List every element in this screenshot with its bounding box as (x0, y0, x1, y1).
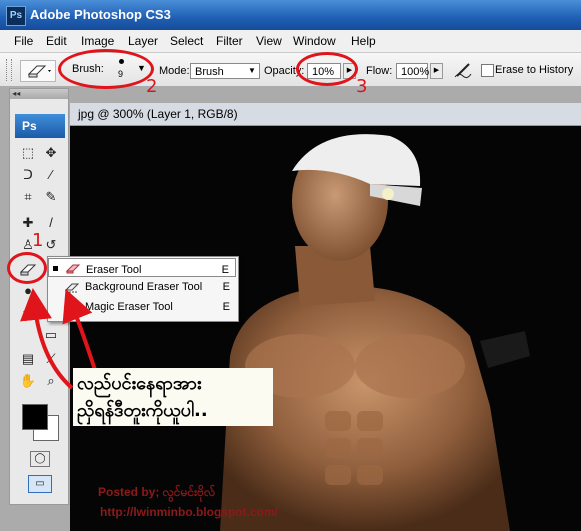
arrow-to-flyout (62, 288, 97, 371)
caption-line-2: ညှိရန်ဒီတူးကိုယူပါ.. (77, 400, 208, 421)
arrow-to-eraser (20, 288, 74, 390)
caption-line-1: လည်ပင်းနေရာအား (77, 373, 202, 394)
blog-url[interactable]: http://lwinminbo.blogspot.com/ (100, 505, 278, 519)
instruction-caption: လည်ပင်းနေရာအား ညှိရန်ဒီတူးကိုယူပါ.. (73, 368, 273, 426)
posted-by-credit: Posted by; လွင်မင်းဗိုလ် (98, 485, 216, 499)
annotation-arrows (20, 288, 97, 390)
